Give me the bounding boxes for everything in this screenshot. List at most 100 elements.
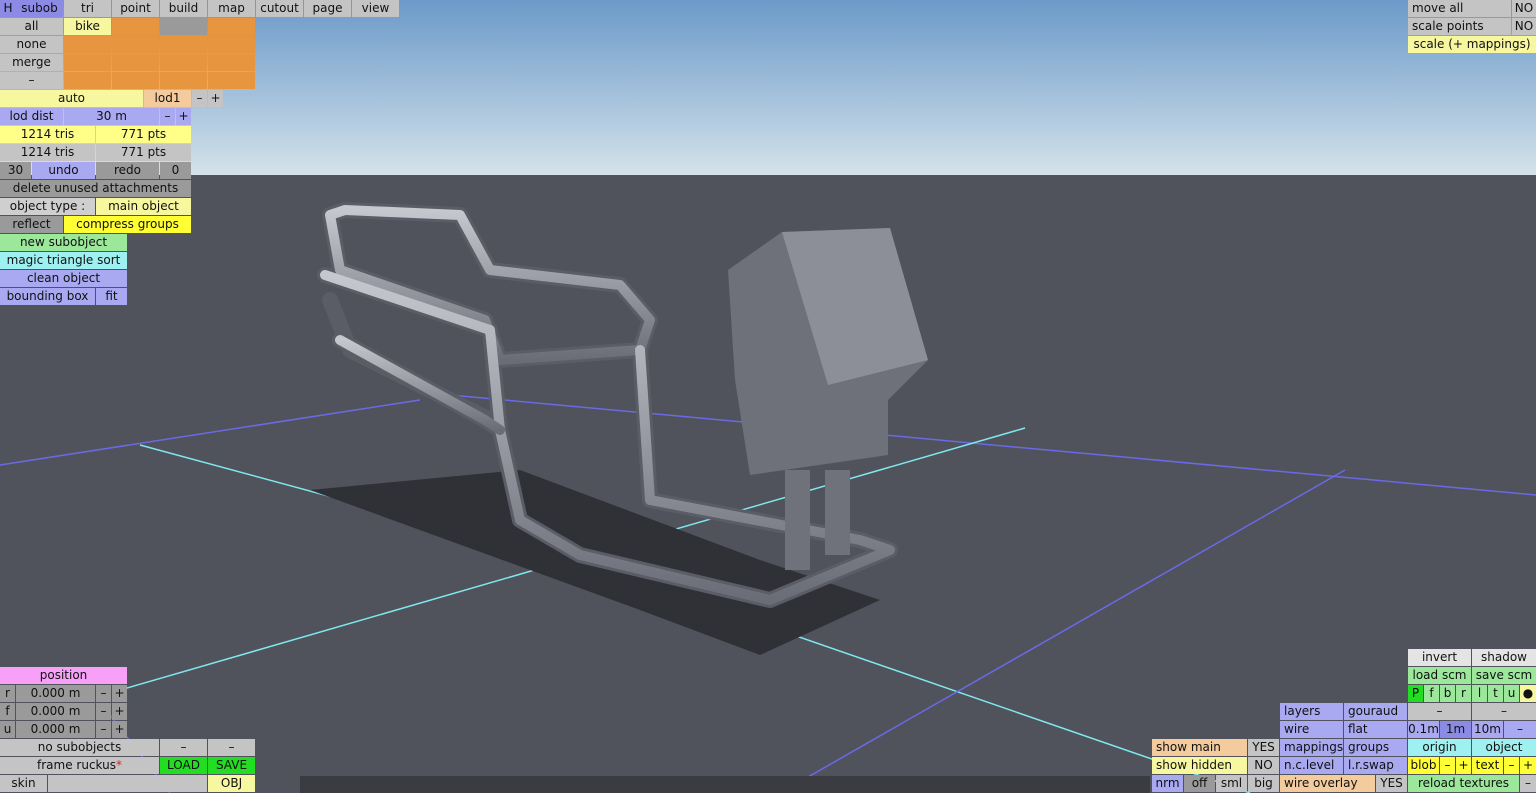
- merge-button[interactable]: merge: [0, 54, 63, 71]
- blob-button[interactable]: blob: [1408, 757, 1439, 774]
- move-all-value[interactable]: NO: [1512, 0, 1536, 17]
- text-button[interactable]: text: [1472, 757, 1503, 774]
- undo-button[interactable]: undo: [32, 162, 95, 179]
- load-button[interactable]: LOAD: [160, 757, 207, 774]
- position-u-plus[interactable]: +: [112, 721, 127, 738]
- lr-swap-button[interactable]: l.r.swap: [1344, 757, 1407, 774]
- grid-1m-button[interactable]: 1m: [1440, 721, 1471, 738]
- subobject-cell[interactable]: [208, 18, 255, 35]
- reflect-button[interactable]: reflect: [0, 216, 63, 233]
- scale-points-value[interactable]: NO: [1512, 18, 1536, 35]
- wire-overlay-button[interactable]: wire overlay: [1280, 775, 1375, 792]
- subobject-cell[interactable]: [160, 72, 207, 89]
- view-dot-button[interactable]: ●: [1520, 685, 1536, 702]
- origin-button[interactable]: origin: [1408, 739, 1471, 756]
- reload-textures-button[interactable]: reload textures: [1408, 775, 1519, 792]
- subobject-cell[interactable]: [112, 18, 159, 35]
- object-button[interactable]: object: [1472, 739, 1536, 756]
- groups-button[interactable]: groups: [1344, 739, 1407, 756]
- text-minus-button[interactable]: –: [1504, 757, 1519, 774]
- subobject-cell[interactable]: [160, 18, 207, 35]
- tab-tri[interactable]: tri: [64, 0, 111, 17]
- tab-subob[interactable]: subob: [16, 0, 63, 17]
- load-scm-button[interactable]: load scm: [1408, 667, 1471, 684]
- nc-level-button[interactable]: n.c.level: [1280, 757, 1343, 774]
- obj-button[interactable]: OBJ: [208, 775, 255, 792]
- layers-button[interactable]: layers: [1280, 703, 1343, 720]
- gouraud-button[interactable]: gouraud: [1344, 703, 1407, 720]
- subobject-cell[interactable]: [64, 72, 111, 89]
- subobject-cell[interactable]: [112, 36, 159, 53]
- view-p-button[interactable]: P: [1408, 685, 1423, 702]
- subobject-cell[interactable]: [160, 54, 207, 71]
- show-hidden-button[interactable]: show hidden: [1152, 757, 1247, 774]
- wire-overlay-value[interactable]: YES: [1376, 775, 1407, 792]
- position-u-value[interactable]: 0.000 m: [16, 721, 95, 738]
- subobject-cell[interactable]: [64, 36, 111, 53]
- lod-name[interactable]: lod1: [144, 90, 191, 107]
- subobject-cell[interactable]: [208, 72, 255, 89]
- text-plus-button[interactable]: +: [1520, 757, 1536, 774]
- grid-minus-button[interactable]: –: [1408, 703, 1471, 720]
- show-hidden-value[interactable]: NO: [1248, 757, 1279, 774]
- tab-view[interactable]: view: [352, 0, 399, 17]
- view-b-button[interactable]: b: [1440, 685, 1455, 702]
- tab-page[interactable]: page: [304, 0, 351, 17]
- position-f-value[interactable]: 0.000 m: [16, 703, 95, 720]
- delete-unused-attachments-button[interactable]: delete unused attachments: [0, 180, 191, 197]
- filename-field[interactable]: frame ruckus*: [0, 757, 159, 774]
- nrm-button[interactable]: nrm: [1152, 775, 1183, 792]
- tab-point[interactable]: point: [112, 0, 159, 17]
- grid-minus-button-2[interactable]: –: [1472, 703, 1536, 720]
- redo-button[interactable]: redo: [96, 162, 159, 179]
- invert-button[interactable]: invert: [1408, 649, 1471, 666]
- lod-dist-minus-button[interactable]: –: [160, 108, 175, 125]
- subobject-minus-button[interactable]: –: [160, 739, 207, 756]
- position-f-plus[interactable]: +: [112, 703, 127, 720]
- fit-button[interactable]: fit: [96, 288, 127, 305]
- skin-field[interactable]: [48, 775, 207, 792]
- position-r-value[interactable]: 0.000 m: [16, 685, 95, 702]
- lod-minus-button[interactable]: –: [192, 90, 207, 107]
- grid-10m-button[interactable]: 10m: [1472, 721, 1503, 738]
- tab-build[interactable]: build: [160, 0, 207, 17]
- position-f-minus[interactable]: –: [96, 703, 111, 720]
- flat-button[interactable]: flat: [1344, 721, 1407, 738]
- view-l-button[interactable]: l: [1472, 685, 1487, 702]
- view-t-button[interactable]: t: [1488, 685, 1503, 702]
- mappings-button[interactable]: mappings: [1280, 739, 1343, 756]
- save-scm-button[interactable]: save scm: [1472, 667, 1536, 684]
- wire-button[interactable]: wire: [1280, 721, 1343, 738]
- reload-minus-button[interactable]: –: [1520, 775, 1536, 792]
- position-r-minus[interactable]: –: [96, 685, 111, 702]
- position-r-plus[interactable]: +: [112, 685, 127, 702]
- object-type-value[interactable]: main object: [96, 198, 191, 215]
- subobject-cell[interactable]: [112, 72, 159, 89]
- shadow-button[interactable]: shadow: [1472, 649, 1536, 666]
- save-button[interactable]: SAVE: [208, 757, 255, 774]
- h-button[interactable]: H: [0, 0, 16, 17]
- position-u-minus[interactable]: –: [96, 721, 111, 738]
- view-u-button[interactable]: u: [1504, 685, 1519, 702]
- show-main-value[interactable]: YES: [1248, 739, 1279, 756]
- blob-plus-button[interactable]: +: [1456, 757, 1471, 774]
- tab-cutout[interactable]: cutout: [256, 0, 303, 17]
- clean-object-button[interactable]: clean object: [0, 270, 127, 287]
- lod-dist-value[interactable]: 30 m: [64, 108, 159, 125]
- blob-minus-button[interactable]: –: [1440, 757, 1455, 774]
- grid-size-minus-button[interactable]: –: [1504, 721, 1536, 738]
- select-all-button[interactable]: all: [0, 18, 63, 35]
- off-button[interactable]: off: [1184, 775, 1215, 792]
- view-f-button[interactable]: f: [1424, 685, 1439, 702]
- subobject-minus-button-2[interactable]: –: [208, 739, 255, 756]
- big-button[interactable]: big: [1248, 775, 1279, 792]
- magic-triangle-sort-button[interactable]: magic triangle sort: [0, 252, 127, 269]
- bounding-box-button[interactable]: bounding box: [0, 288, 95, 305]
- move-all-button[interactable]: move all: [1408, 0, 1511, 17]
- subobject-cell[interactable]: [208, 54, 255, 71]
- compress-groups-button[interactable]: compress groups: [64, 216, 191, 233]
- sml-button[interactable]: sml: [1216, 775, 1247, 792]
- show-main-button[interactable]: show main: [1152, 739, 1247, 756]
- tab-map[interactable]: map: [208, 0, 255, 17]
- scale-mappings-button[interactable]: scale (+ mappings): [1408, 36, 1536, 53]
